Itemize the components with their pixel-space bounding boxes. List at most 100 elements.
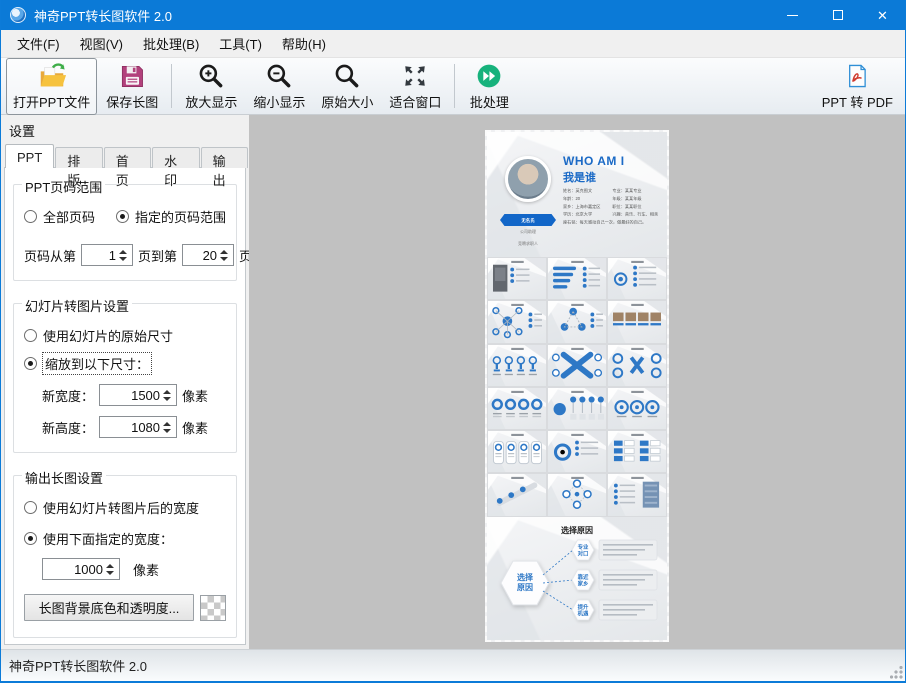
slide-thumbnail-12 — [607, 387, 667, 430]
folder-open-icon — [37, 61, 67, 91]
toolbar: 打开PPT文件 保存长图 — [1, 58, 905, 115]
specified-range-radio[interactable]: 指定的页码范围 — [116, 207, 226, 226]
preview-area: WHO AM I 我是谁 姓名：英克图文专业：某某专业年龄：20年级：某某年级家… — [249, 115, 905, 649]
tab-首页[interactable]: 首页 — [104, 147, 151, 168]
slide-thumbnail-11 — [547, 387, 607, 430]
slide-thumbnail-4 — [487, 300, 547, 343]
zoom-in-label: 放大显示 — [185, 92, 237, 111]
hero-title: WHO AM I 我是谁 — [563, 154, 625, 185]
spinner-arrows[interactable] — [119, 244, 130, 266]
radio-icon — [24, 532, 37, 545]
long-image-preview[interactable]: WHO AM I 我是谁 姓名：英克图文专业：某某专业年龄：20年级：某某年级家… — [485, 130, 669, 642]
save-long-image-button[interactable]: 保存长图 — [99, 58, 165, 115]
maximize-button[interactable] — [815, 0, 860, 30]
spinner-arrows[interactable] — [106, 558, 117, 580]
use-custom-width-radio[interactable]: 使用下面指定的宽度： — [24, 529, 226, 548]
radio-icon — [24, 501, 37, 514]
menu-item-2[interactable]: 批处理(B) — [133, 30, 209, 57]
hero-subtitle: 公司助理竞聘求职人 — [490, 229, 566, 253]
radio-icon — [24, 329, 37, 342]
pixel-unit-label: 像素 — [182, 386, 208, 405]
hero-info-row: 年龄：20年级：某某年级 — [563, 196, 662, 202]
spinner-arrows[interactable] — [163, 384, 174, 406]
app-icon — [10, 7, 26, 23]
avatar — [505, 156, 551, 202]
slide-thumbnail-18 — [607, 473, 667, 516]
spinner-arrows[interactable] — [163, 416, 174, 438]
to-page-spinner — [182, 244, 234, 266]
original-size-label: 原始大小 — [321, 92, 373, 111]
title-bar: 神奇PPT转长图软件 2.0 ✕ — [1, 0, 905, 30]
transparency-swatch[interactable] — [200, 595, 226, 621]
minimize-icon — [787, 15, 798, 16]
name-ribbon: 无名氏 — [500, 214, 556, 226]
floppy-icon — [117, 61, 147, 91]
menu-item-1[interactable]: 视图(V) — [70, 30, 133, 57]
radio-icon — [116, 210, 129, 223]
reasons-slide: 选择原因 选择原因专业对口靠近家乡提升机遇 — [487, 517, 667, 640]
hero-subtitle-line: 公司助理 — [509, 229, 547, 235]
slide-thumbnail-14 — [547, 430, 607, 473]
ppt-to-pdf-button[interactable]: PPT 转 PDF — [815, 58, 900, 115]
batch-label: 批处理 — [470, 92, 509, 111]
background-color-button[interactable]: 长图背景底色和透明度... — [24, 594, 194, 621]
batch-button[interactable]: 批处理 — [461, 58, 517, 115]
status-text: 神奇PPT转长图软件 2.0 — [9, 656, 147, 675]
new-height-label: 新高度： — [42, 418, 94, 437]
hero-subtitle-line: 竞聘求职人 — [509, 241, 547, 247]
slide-thumbnail-8 — [547, 344, 607, 387]
tab-水印[interactable]: 水印 — [152, 147, 199, 168]
menu-item-3[interactable]: 工具(T) — [209, 30, 272, 57]
fit-window-label: 适合窗口 — [389, 92, 441, 111]
tab-输出[interactable]: 输出 — [201, 147, 248, 168]
slide-thumbnail-5 — [547, 300, 607, 343]
close-icon: ✕ — [877, 9, 888, 22]
reasons-diagram: 选择原因专业对口靠近家乡提升机遇 — [487, 517, 667, 640]
hero-info-row: 学历：北京大学兴趣：音乐、行车、相亲 — [563, 211, 662, 217]
original-size-button[interactable]: 原始大小 — [314, 58, 380, 115]
slide-thumbnail-3 — [607, 257, 667, 300]
expand-arrows-icon — [400, 61, 430, 91]
svg-text:提升: 提升 — [578, 603, 589, 611]
all-pages-radio[interactable]: 全部页码 — [24, 207, 112, 226]
toolbar-separator — [171, 64, 172, 108]
slide-thumbnail-16 — [487, 473, 547, 516]
open-ppt-button[interactable]: 打开PPT文件 — [6, 58, 97, 115]
radio-icon — [24, 210, 37, 223]
from-page-label: 页码从第 — [24, 246, 76, 265]
original-size-radio[interactable]: 使用幻灯片的原始尺寸 — [24, 326, 226, 345]
menu-item-0[interactable]: 文件(F) — [7, 30, 70, 57]
spinner-arrows[interactable] — [220, 244, 231, 266]
new-height-spinner — [99, 416, 177, 438]
close-button[interactable]: ✕ — [860, 0, 905, 30]
page-range-legend: PPT页码范围 — [22, 177, 105, 196]
save-long-image-label: 保存长图 — [106, 92, 158, 111]
settings-tabs: PPT排版首页水印输出 — [1, 144, 249, 168]
use-slide-width-radio[interactable]: 使用幻灯片转图片后的宽度 — [24, 498, 226, 517]
fit-window-button[interactable]: 适合窗口 — [382, 58, 448, 115]
svg-text:家乡: 家乡 — [578, 580, 589, 588]
svg-text:靠近: 靠近 — [578, 573, 589, 581]
resize-grip[interactable] — [890, 666, 903, 679]
zoom-out-label: 缩小显示 — [253, 92, 305, 111]
tab-排版[interactable]: 排版 — [55, 147, 102, 168]
zoom-out-button[interactable]: 缩小显示 — [246, 58, 312, 115]
to-page-label: 页到第 — [138, 246, 177, 265]
settings-header: 设置 — [1, 115, 249, 144]
page-range-group: PPT页码范围 全部页码 指定的页码范围 页码从第 — [13, 184, 237, 281]
zoom-in-button[interactable]: 放大显示 — [178, 58, 244, 115]
svg-text:原因: 原因 — [517, 583, 533, 592]
svg-text:专业: 专业 — [578, 543, 589, 551]
slide-thumbnail-13 — [487, 430, 547, 473]
menu-item-4[interactable]: 帮助(H) — [272, 30, 336, 57]
maximize-icon — [833, 10, 843, 20]
tab-PPT[interactable]: PPT — [5, 144, 54, 168]
slide-thumbnail-17 — [547, 473, 607, 516]
new-width-label: 新宽度： — [42, 386, 94, 405]
output-legend: 输出长图设置 — [22, 468, 106, 487]
hero-info: 姓名：英克图文专业：某某专业年龄：20年级：某某年级家乡：上海市嘉定区职位：某某… — [563, 188, 662, 227]
minimize-button[interactable] — [770, 0, 815, 30]
hero-info-row: 座右铭：每天感动自己一次，做最好的自己。 — [563, 219, 662, 225]
slide-thumbnail-2 — [547, 257, 607, 300]
scale-to-size-radio[interactable]: 缩放到以下尺寸： — [24, 353, 226, 374]
